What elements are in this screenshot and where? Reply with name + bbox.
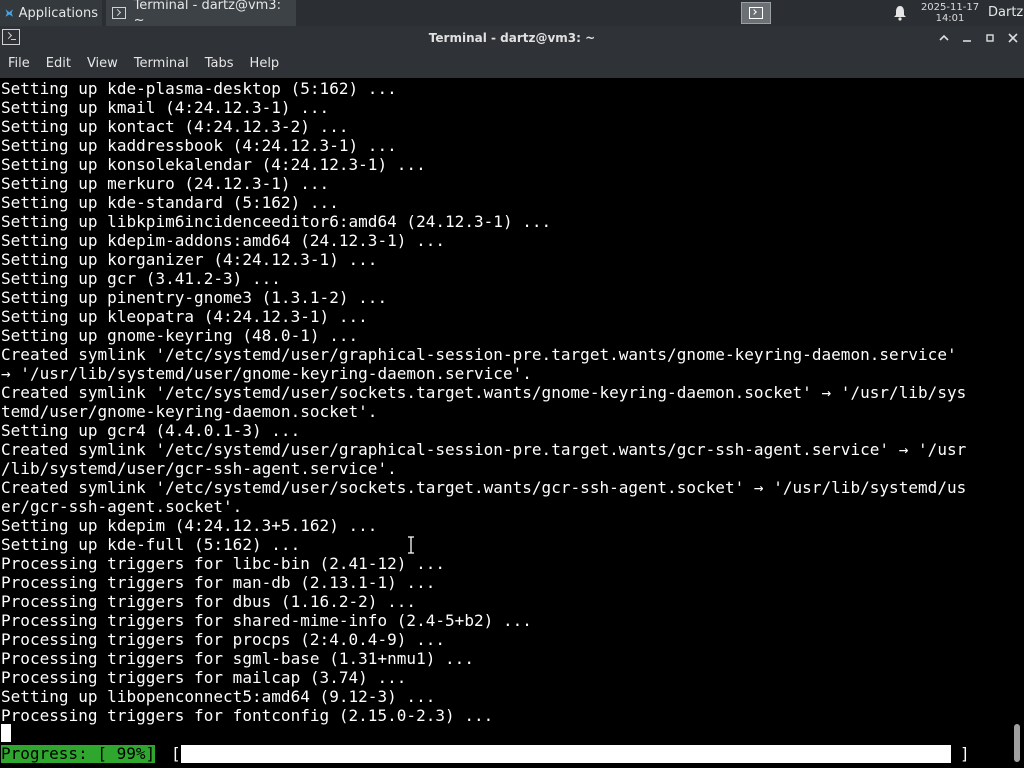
terminal-line: Setting up kde-full (5:162) ...: [1, 535, 301, 554]
menu-tabs[interactable]: Tabs: [197, 50, 242, 78]
terminal-line: /lib/systemd/user/gcr-ssh-agent.service'…: [1, 459, 397, 478]
text-cursor-icon: [408, 536, 414, 554]
terminal-line: Processing triggers for man-db (2.13.1-1…: [1, 573, 436, 592]
terminal-line: → '/usr/lib/systemd/user/gnome-keyring-d…: [1, 364, 532, 383]
terminal-line: Processing triggers for libc-bin (2.41-1…: [1, 554, 446, 573]
terminal-line: Setting up gcr (3.41.2-3) ...: [1, 269, 281, 288]
terminal-line: Setting up libkpim6incidenceeditor6:amd6…: [1, 212, 552, 231]
terminal-launcher-icon: [749, 7, 763, 19]
terminal-line: Setting up libopenconnect5:amd64 (9.12-3…: [1, 687, 436, 706]
window-title: Terminal - dartz@vm3: ~: [428, 31, 596, 45]
progress-bar: [181, 745, 951, 763]
terminal-line: Setting up kmail (4:24.12.3-1) ...: [1, 98, 330, 117]
terminal-line: Processing triggers for mailcap (3.74) .…: [1, 668, 407, 687]
taskbar-terminal-label: Terminal - dartz@vm3: ~: [133, 0, 281, 28]
user-menu[interactable]: Dartz: [988, 0, 1023, 26]
terminal-line: Created symlink '/etc/systemd/user/graph…: [1, 345, 957, 364]
terminal-launcher-button[interactable]: [741, 2, 771, 24]
clock-time: 14:01: [935, 13, 965, 24]
terminal-line: Setting up gcr4 (4.4.0.1-3) ...: [1, 421, 301, 440]
clock-date: 2025-11-17: [920, 2, 980, 13]
scrollbar-thumb[interactable]: [1014, 724, 1020, 762]
menu-help[interactable]: Help: [242, 50, 288, 78]
terminal-line: Created symlink '/etc/systemd/user/socke…: [1, 383, 967, 402]
terminal-line: Processing triggers for fontconfig (2.15…: [1, 706, 494, 725]
panel-clock[interactable]: 2025-11-17 14:01: [916, 2, 984, 24]
menu-file[interactable]: File: [0, 50, 38, 78]
terminal-line: Setting up kde-standard (5:162) ...: [1, 193, 339, 212]
terminal-cursor: [1, 724, 11, 742]
terminal-line: Setting up kdepim (4:24.12.3+5.162) ...: [1, 516, 378, 535]
terminal-line: Processing triggers for procps (2:4.0.4-…: [1, 630, 446, 649]
terminal-line: Setting up pinentry-gnome3 (1.3.1-2) ...: [1, 288, 388, 307]
applications-icon: [5, 9, 14, 17]
menu-bar: File Edit View Terminal Tabs Help: [0, 50, 1024, 78]
top-panel: Applications Terminal - dartz@vm3: ~ 202…: [0, 0, 1024, 28]
terminal-line: Setting up merkuro (24.12.3-1) ...: [1, 174, 330, 193]
menu-view[interactable]: View: [79, 50, 126, 78]
maximize-arrow-icon[interactable]: [936, 30, 952, 46]
terminal-line: Processing triggers for dbus (1.16.2-2) …: [1, 592, 417, 611]
applications-label: Applications: [18, 5, 98, 21]
applications-menu-button[interactable]: Applications: [0, 0, 102, 26]
terminal-line: Setting up kontact (4:24.12.3-2) ...: [1, 117, 349, 136]
terminal-line: Setting up kleopatra (4:24.12.3-1) ...: [1, 307, 368, 326]
terminal-line: Processing triggers for sgml-base (1.31+…: [1, 649, 474, 668]
terminal-line: er/gcr-ssh-agent.socket'.: [1, 497, 243, 516]
terminal-line: Setting up gnome-keyring (48.0-1) ...: [1, 326, 359, 345]
progress-label: Progress: [ 99%]: [1, 744, 156, 763]
terminal-line: Setting up kaddressbook (4:24.12.3-1) ..…: [1, 136, 397, 155]
progress-open-bracket: [: [171, 744, 181, 763]
terminal-line: Processing triggers for shared-mime-info…: [1, 611, 532, 630]
terminal-line: Setting up korganizer (4:24.12.3-1) ...: [1, 250, 378, 269]
terminal-line: temd/user/gnome-keyring-daemon.socket'.: [1, 402, 378, 421]
terminal-icon: [112, 7, 126, 19]
terminal-output[interactable]: Setting up kde-plasma-desktop (5:162) ..…: [0, 79, 1010, 768]
menu-edit[interactable]: Edit: [38, 50, 79, 78]
terminal-line: Setting up kdepim-addons:amd64 (24.12.3-…: [1, 231, 446, 250]
close-icon[interactable]: [1005, 30, 1021, 46]
taskbar-terminal-button[interactable]: Terminal - dartz@vm3: ~: [106, 0, 296, 28]
terminal-line: Created symlink '/etc/systemd/user/graph…: [1, 440, 967, 459]
panel-left: Applications Terminal - dartz@vm3: ~: [0, 0, 296, 28]
window-titlebar[interactable]: Terminal - dartz@vm3: ~: [0, 26, 1024, 50]
terminal-scrollbar[interactable]: [1011, 79, 1024, 768]
progress-close-bracket: ]: [960, 744, 970, 763]
terminal-line: Created symlink '/etc/systemd/user/socke…: [1, 478, 967, 497]
minimize-icon[interactable]: [959, 30, 975, 46]
terminal-line: Setting up kde-plasma-desktop (5:162) ..…: [1, 79, 397, 98]
menu-terminal[interactable]: Terminal: [126, 50, 197, 78]
restore-icon[interactable]: [982, 30, 998, 46]
notification-bell-icon[interactable]: [893, 5, 907, 21]
terminal-line: Setting up konsolekalendar (4:24.12.3-1)…: [1, 155, 426, 174]
